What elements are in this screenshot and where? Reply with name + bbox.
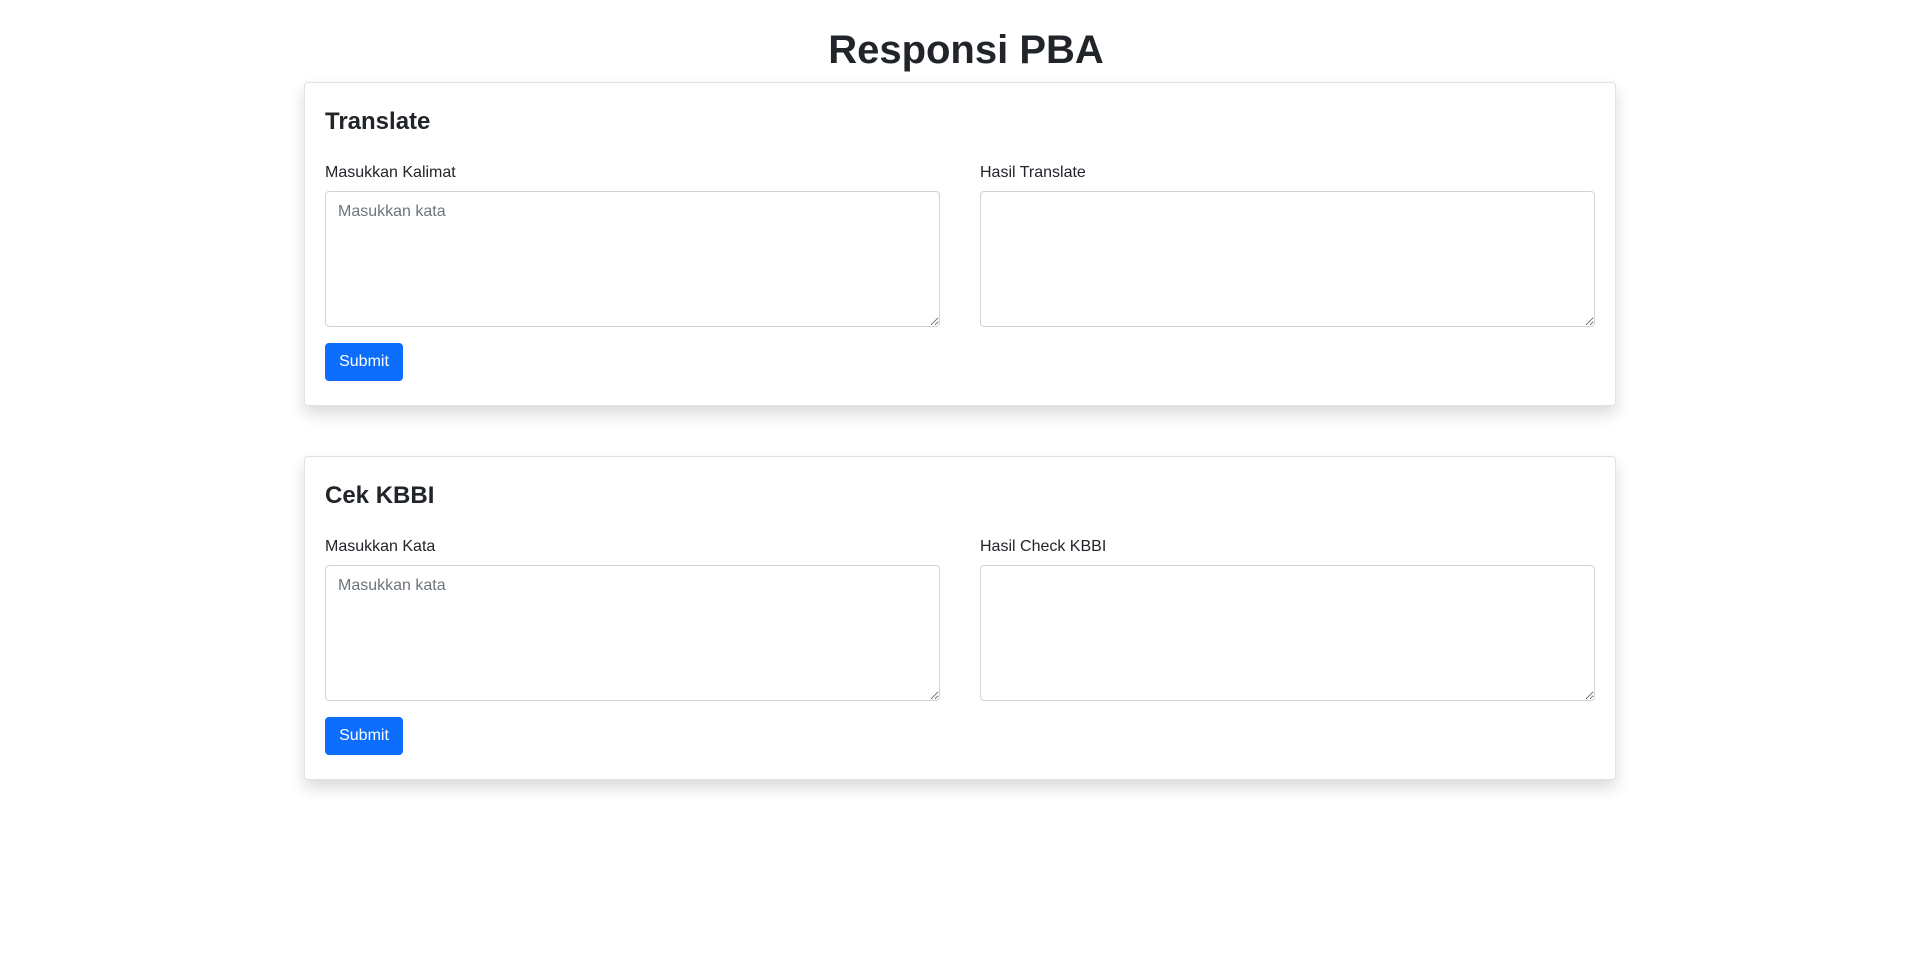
kbbi-input-textarea[interactable] [325, 565, 940, 701]
page-title: Responsi PBA [828, 28, 1104, 72]
translate-card-title: Translate [325, 108, 431, 135]
kbbi-input-label: Masukkan Kata [325, 538, 436, 555]
kbbi-output-textarea[interactable] [980, 565, 1595, 701]
translate-output-label: Hasil Translate [980, 164, 1086, 181]
translate-card: Translate Masukkan Kalimat Hasil Transla… [304, 82, 1616, 406]
translate-output-textarea[interactable] [980, 191, 1595, 327]
translate-submit-button[interactable]: Submit [325, 343, 403, 381]
kbbi-submit-button[interactable]: Submit [325, 717, 403, 755]
translate-input-textarea[interactable] [325, 191, 940, 327]
kbbi-card: Cek KBBI Masukkan Kata Hasil Check KBBI … [304, 456, 1616, 780]
translate-input-label: Masukkan Kalimat [325, 164, 456, 181]
kbbi-output-label: Hasil Check KBBI [980, 538, 1107, 555]
kbbi-card-title: Cek KBBI [325, 482, 435, 509]
page: Responsi PBA Translate Masukkan Kalimat … [0, 0, 1920, 975]
